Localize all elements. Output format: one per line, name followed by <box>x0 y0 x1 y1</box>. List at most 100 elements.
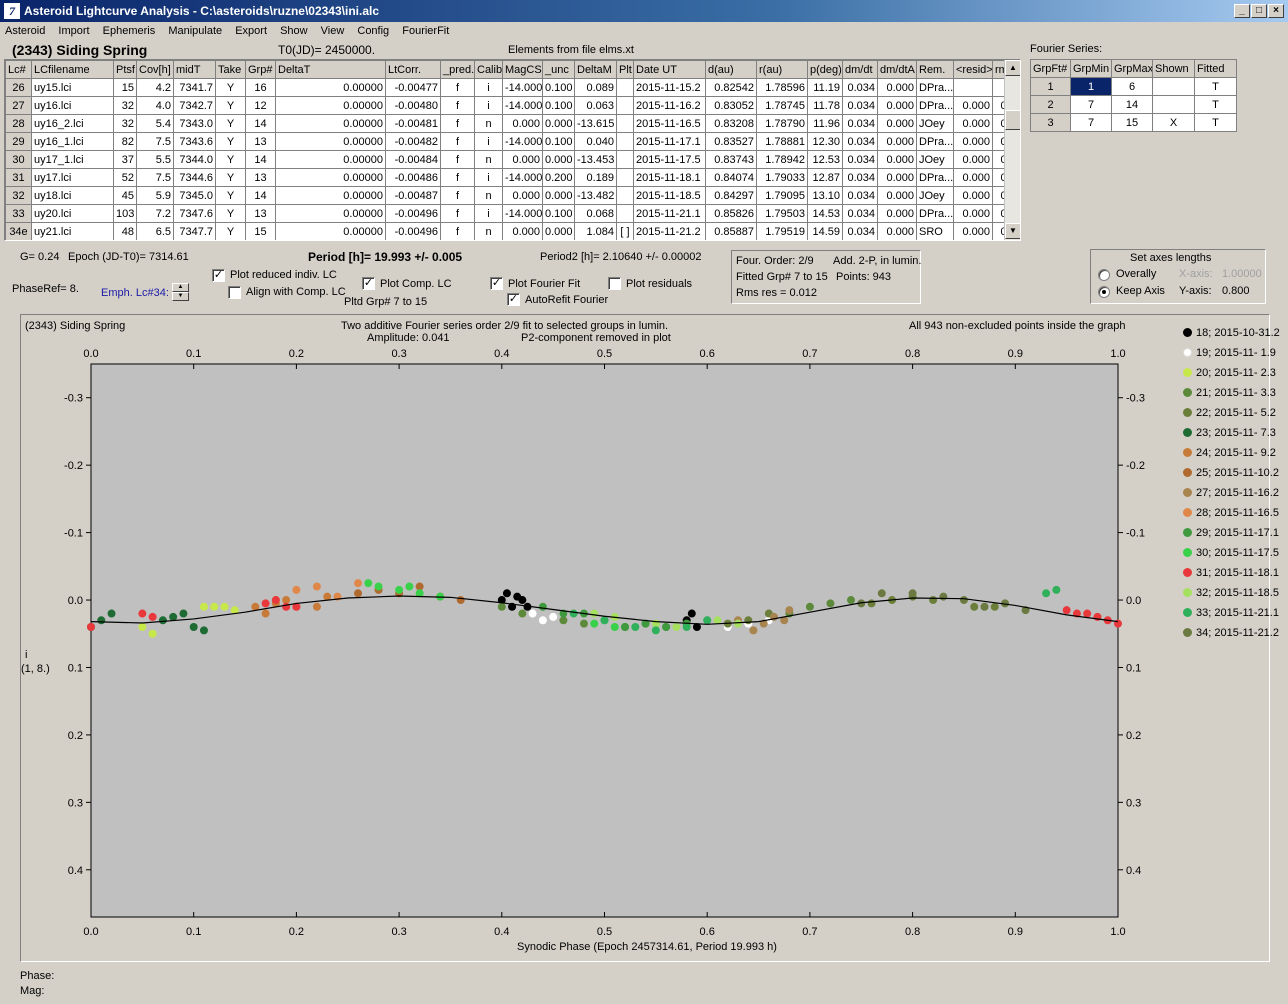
y-axis-value[interactable]: 0.800 <box>1222 285 1250 297</box>
fourier-row[interactable]: 3 7 15 X T <box>1030 113 1237 132</box>
column-header[interactable]: _unc <box>542 60 575 79</box>
table-cell[interactable]: Y <box>215 222 246 240</box>
table-cell[interactable]: 12.87 <box>807 168 843 187</box>
column-header[interactable]: Take <box>215 60 246 79</box>
table-cell[interactable]: Y <box>215 132 246 151</box>
table-row[interactable]: 32 uy18.lci 45 5.9 7345.0 Y 14 0.00000 -0.00487 f… <box>5 186 1020 205</box>
table-cell[interactable]: -0.00496 <box>385 222 441 240</box>
table-cell[interactable]: Y <box>215 168 246 187</box>
fourier-cell[interactable] <box>1152 77 1195 96</box>
table-cell[interactable]: 0.00000 <box>275 186 386 205</box>
row-header[interactable]: 32 <box>5 186 32 205</box>
table-cell[interactable]: 0.000 <box>953 96 993 115</box>
column-header[interactable]: <resid> <box>953 60 993 79</box>
table-cell[interactable]: 1.79503 <box>756 204 808 223</box>
table-cell[interactable]: 0.83052 <box>705 96 757 115</box>
table-row[interactable]: 28 uy16_2.lci 32 5.4 7343.0 Y 14 0.00000 -0.0048… <box>5 114 1020 133</box>
fourier-cell[interactable]: 7 <box>1070 95 1112 114</box>
table-cell[interactable]: 0.189 <box>574 168 617 187</box>
autorefit-fourier-checkbox[interactable]: ✓ <box>507 293 520 306</box>
menu-manipulate[interactable]: Manipulate <box>163 22 227 37</box>
table-cell[interactable] <box>616 114 634 133</box>
table-cell[interactable]: 2015-11-21.1 <box>633 204 706 223</box>
table-cell[interactable]: 14 <box>245 150 276 169</box>
table-cell[interactable]: -13.453 <box>574 150 617 169</box>
table-cell[interactable]: 2015-11-21.2 <box>633 222 706 240</box>
table-cell[interactable]: -0.00486 <box>385 168 441 187</box>
table-cell[interactable]: 0.000 <box>877 96 917 115</box>
table-cell[interactable]: JOey <box>916 114 954 133</box>
table-cell[interactable]: 0.00000 <box>275 78 386 97</box>
table-cell[interactable]: 11.19 <box>807 78 843 97</box>
column-header[interactable]: Rem. <box>916 60 954 79</box>
table-row[interactable]: 34e uy21.lci 48 6.5 7347.7 Y 15 0.00000 -0.00496… <box>5 222 1020 240</box>
column-header[interactable]: Plt <box>616 60 634 79</box>
table-cell[interactable]: 7343.6 <box>173 132 216 151</box>
table-cell[interactable] <box>616 204 634 223</box>
table-cell[interactable]: -0.00496 <box>385 204 441 223</box>
table-cell[interactable]: uy20.lci <box>31 204 114 223</box>
fourier-cell[interactable]: T <box>1194 95 1237 114</box>
table-cell[interactable]: -14.000 <box>502 132 543 151</box>
fourier-column-header[interactable]: GrpFt# <box>1030 59 1071 78</box>
table-cell[interactable]: 0.000 <box>877 132 917 151</box>
column-header[interactable]: Lc# <box>5 60 32 79</box>
table-cell[interactable]: Y <box>215 150 246 169</box>
table-cell[interactable]: 11.96 <box>807 114 843 133</box>
table-cell[interactable]: n <box>474 114 503 133</box>
table-cell[interactable]: 14.59 <box>807 222 843 240</box>
table-cell[interactable]: 0.000 <box>877 150 917 169</box>
menu-show[interactable]: Show <box>275 22 313 37</box>
align-comp-lc-checkbox[interactable] <box>228 286 241 299</box>
column-header[interactable]: dm/dt <box>842 60 878 79</box>
table-cell[interactable]: 15 <box>113 78 137 97</box>
table-row[interactable]: 33 uy20.lci 103 7.2 7347.6 Y 13 0.00000 -0.00496… <box>5 204 1020 223</box>
column-header[interactable]: DeltaM <box>574 60 617 79</box>
table-cell[interactable]: 0.000 <box>502 186 543 205</box>
fourier-row-header[interactable]: 3 <box>1030 113 1071 132</box>
table-cell[interactable]: DPra... <box>916 168 954 187</box>
table-cell[interactable]: 1.78790 <box>756 114 808 133</box>
table-cell[interactable]: Y <box>215 78 246 97</box>
table-cell[interactable]: 0.000 <box>877 168 917 187</box>
table-cell[interactable]: Y <box>215 204 246 223</box>
table-cell[interactable]: 0.000 <box>953 222 993 240</box>
table-cell[interactable]: 7343.0 <box>173 114 216 133</box>
table-cell[interactable]: 0.84074 <box>705 168 757 187</box>
table-cell[interactable]: [ ] <box>616 222 634 240</box>
table-cell[interactable] <box>616 150 634 169</box>
table-cell[interactable]: 5.4 <box>136 114 174 133</box>
table-cell[interactable]: 0.063 <box>574 96 617 115</box>
table-cell[interactable]: 1.79033 <box>756 168 808 187</box>
fourier-cell[interactable]: X <box>1152 113 1195 132</box>
table-cell[interactable]: 0.000 <box>542 186 575 205</box>
table-cell[interactable]: 0.034 <box>842 222 878 240</box>
table-cell[interactable]: 0.000 <box>542 150 575 169</box>
menu-fourierfit[interactable]: FourierFit <box>397 22 454 37</box>
table-cell[interactable]: 0.82542 <box>705 78 757 97</box>
table-cell[interactable]: 0.100 <box>542 96 575 115</box>
column-header[interactable]: Grp# <box>245 60 276 79</box>
close-button[interactable]: × <box>1268 4 1284 18</box>
table-cell[interactable]: 0.034 <box>842 132 878 151</box>
table-cell[interactable]: uy21.lci <box>31 222 114 240</box>
table-cell[interactable]: f <box>440 150 475 169</box>
table-cell[interactable]: 0.089 <box>574 78 617 97</box>
table-cell[interactable]: 0.00000 <box>275 150 386 169</box>
table-cell[interactable]: 12.30 <box>807 132 843 151</box>
column-header[interactable]: MagCS <box>502 60 543 79</box>
table-cell[interactable]: 2015-11-16.2 <box>633 96 706 115</box>
lightcurve-plot-panel[interactable]: (2343) Siding Spring Two additive Fourie… <box>20 314 1280 962</box>
keep-axis-radio[interactable] <box>1098 286 1110 298</box>
table-cell[interactable] <box>616 186 634 205</box>
table-cell[interactable]: DPra... <box>916 96 954 115</box>
table-cell[interactable]: uy15.lci <box>31 78 114 97</box>
table-cell[interactable]: 0.034 <box>842 114 878 133</box>
table-cell[interactable]: 2015-11-18.5 <box>633 186 706 205</box>
table-cell[interactable]: 0.034 <box>842 186 878 205</box>
table-cell[interactable]: 0.000 <box>953 168 993 187</box>
table-cell[interactable]: i <box>474 78 503 97</box>
table-cell[interactable]: 0.000 <box>953 204 993 223</box>
table-cell[interactable]: 7.5 <box>136 168 174 187</box>
table-cell[interactable]: 0.000 <box>542 114 575 133</box>
